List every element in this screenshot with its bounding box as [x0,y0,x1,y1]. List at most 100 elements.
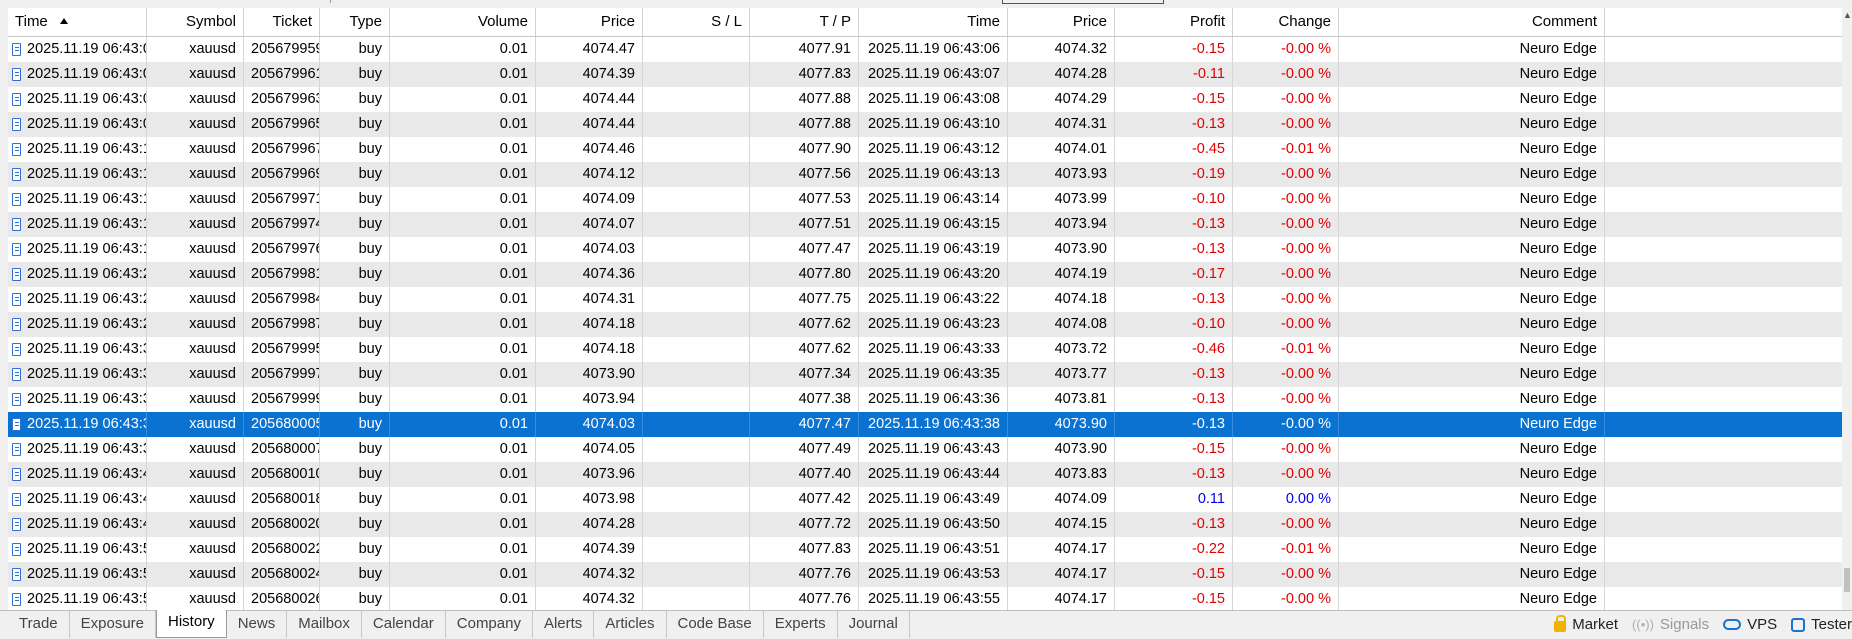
cell-stop-loss [643,162,750,187]
table-row[interactable]: 2025.11.19 06:43:43 xauusd 205680010 buy 0.0… [8,462,1842,487]
cell-time: 2025.11.19 06:43:14 [8,212,147,237]
tab-experts[interactable]: Experts [764,611,838,638]
cell-symbol: xauusd [147,187,244,212]
cell-price: 4074.07 [536,212,643,237]
cell-stop-loss [643,487,750,512]
vertical-scrollbar[interactable]: ▲ [1842,8,1852,610]
cell-close-time: 2025.11.19 06:43:23 [859,312,1008,337]
table-row[interactable]: 2025.11.19 06:43:09 xauusd 205679965 buy 0.0… [8,112,1842,137]
tab-calendar[interactable]: Calendar [362,611,446,638]
column-header-ticket[interactable]: Ticket [244,8,320,36]
cell-take-profit: 4077.88 [750,112,859,137]
column-header-profit[interactable]: Profit [1115,8,1233,36]
upper-panel-divider [270,0,331,3]
deal-document-icon [12,68,21,81]
scrollbar-thumb[interactable] [1844,568,1850,592]
cell-symbol: xauusd [147,37,244,62]
column-header-time[interactable]: Time [8,8,147,36]
cell-symbol: xauusd [147,212,244,237]
cell-ticket: 205679961 [244,62,320,87]
scroll-up-arrow-icon[interactable]: ▲ [1843,10,1852,20]
column-header-type[interactable]: Type [320,8,390,36]
cell-symbol: xauusd [147,387,244,412]
table-row[interactable]: 2025.11.19 06:43:14 xauusd 205679974 buy 0.0… [8,212,1842,237]
cell-volume: 0.01 [390,262,536,287]
column-header-change[interactable]: Change [1233,8,1339,36]
column-header-symbol[interactable]: Symbol [147,8,244,36]
cell-profit: -0.22 [1115,537,1233,562]
table-row[interactable]: 2025.11.19 06:43:12 xauusd 205679969 buy 0.0… [8,162,1842,187]
cell-price: 4074.47 [536,37,643,62]
table-row[interactable]: 2025.11.19 06:43:32 xauusd 205679995 buy 0.0… [8,337,1842,362]
tab-history[interactable]: History [156,610,227,638]
deal-document-icon [12,293,21,306]
toolbox-tabbar: Trade Exposure History News Mailbox Calendar C… [0,610,1852,639]
signals-button[interactable]: ((•)) Signals [1632,616,1709,633]
table-row[interactable]: 2025.11.19 06:43:51 xauusd 205680022 buy 0.0… [8,537,1842,562]
cell-type: buy [320,437,390,462]
table-row[interactable]: 2025.11.19 06:43:11 xauusd 205679967 buy 0.0… [8,137,1842,162]
cell-volume: 0.01 [390,112,536,137]
cell-take-profit: 4077.76 [750,562,859,587]
tab-company[interactable]: Company [446,611,533,638]
table-row[interactable]: 2025.11.19 06:43:07 xauusd 205679963 buy 0.0… [8,87,1842,112]
cell-time: 2025.11.19 06:43:55 [8,587,147,612]
column-header-close-time[interactable]: Time [859,8,1008,36]
cell-close-time: 2025.11.19 06:43:15 [859,212,1008,237]
table-row[interactable]: 2025.11.19 06:43:20 xauusd 205679981 buy 0.0… [8,262,1842,287]
tab-mailbox[interactable]: Mailbox [287,611,362,638]
table-row[interactable]: 2025.11.19 06:43:21 xauusd 205679984 buy 0.0… [8,287,1842,312]
table-row[interactable]: 2025.11.19 06:43:15 xauusd 205679976 buy 0.0… [8,237,1842,262]
market-button[interactable]: Market [1554,615,1618,633]
tester-button[interactable]: Tester [1791,616,1852,633]
deal-document-icon [12,493,21,506]
cell-ticket: 205680026 [244,587,320,612]
tab-trade[interactable]: Trade [8,611,70,638]
tab-alerts[interactable]: Alerts [533,611,595,638]
time-text: 2025.11.19 06:43:52 [27,566,147,582]
column-header-comment[interactable]: Comment [1339,8,1605,36]
table-row[interactable]: 2025.11.19 06:43:06 xauusd 205679961 buy 0.0… [8,62,1842,87]
cell-profit: -0.15 [1115,437,1233,462]
table-row[interactable]: 2025.11.19 06:43:14 xauusd 205679971 buy 0.0… [8,187,1842,212]
column-header-take-profit[interactable]: T / P [750,8,859,36]
cell-take-profit: 4077.34 [750,362,859,387]
tab-exposure[interactable]: Exposure [70,611,157,638]
cell-price: 4074.32 [536,562,643,587]
table-row[interactable]: 2025.11.19 06:43:36 xauusd 205679999 buy 0.0… [8,387,1842,412]
tab-code-base[interactable]: Code Base [667,611,764,638]
table-row[interactable]: 2025.11.19 06:43:38 xauusd 205680005 buy 0.0… [8,412,1842,437]
cell-type: buy [320,212,390,237]
table-row[interactable]: 2025.11.19 06:43:52 xauusd 205680024 buy 0.0… [8,562,1842,587]
time-text: 2025.11.19 06:43:23 [27,316,147,332]
tab-journal[interactable]: Journal [838,611,910,638]
tab-articles[interactable]: Articles [594,611,667,638]
cell-close-price: 4074.09 [1008,487,1115,512]
table-row[interactable]: 2025.11.19 06:43:05 xauusd 205679959 buy 0.0… [8,37,1842,62]
cell-change: -0.00 % [1233,287,1339,312]
column-header-price[interactable]: Price [536,8,643,36]
cell-take-profit: 4077.72 [750,512,859,537]
column-header-close-price[interactable]: Price [1008,8,1115,36]
cell-volume: 0.01 [390,37,536,62]
tab-news[interactable]: News [227,611,288,638]
table-row[interactable]: 2025.11.19 06:43:23 xauusd 205679987 buy 0.0… [8,312,1842,337]
column-header-stop-loss[interactable]: S / L [643,8,750,36]
cell-profit: -0.13 [1115,212,1233,237]
table-row[interactable]: 2025.11.19 06:43:34 xauusd 205679997 buy 0.0… [8,362,1842,387]
deal-document-icon [12,443,21,456]
history-table[interactable]: Time Symbol Ticket Type Volume Price S /… [8,8,1842,612]
table-row[interactable]: 2025.11.19 06:43:39 xauusd 205680007 buy 0.0… [8,437,1842,462]
deal-document-icon [12,118,21,131]
cell-ticket: 205680020 [244,512,320,537]
column-header-volume[interactable]: Volume [390,8,536,36]
cell-close-price: 4074.08 [1008,312,1115,337]
signals-label: Signals [1659,616,1710,633]
table-row[interactable]: 2025.11.19 06:43:55 xauusd 205680026 buy 0.0… [8,587,1842,612]
table-row[interactable]: 2025.11.19 06:43:49 xauusd 205680020 buy 0.0… [8,512,1842,537]
cell-take-profit: 4077.49 [750,437,859,462]
vps-button[interactable]: VPS [1723,616,1777,633]
table-row[interactable]: 2025.11.19 06:43:49 xauusd 205680018 buy 0.0… [8,487,1842,512]
cell-ticket: 205679967 [244,137,320,162]
cell-change: -0.01 % [1233,537,1339,562]
